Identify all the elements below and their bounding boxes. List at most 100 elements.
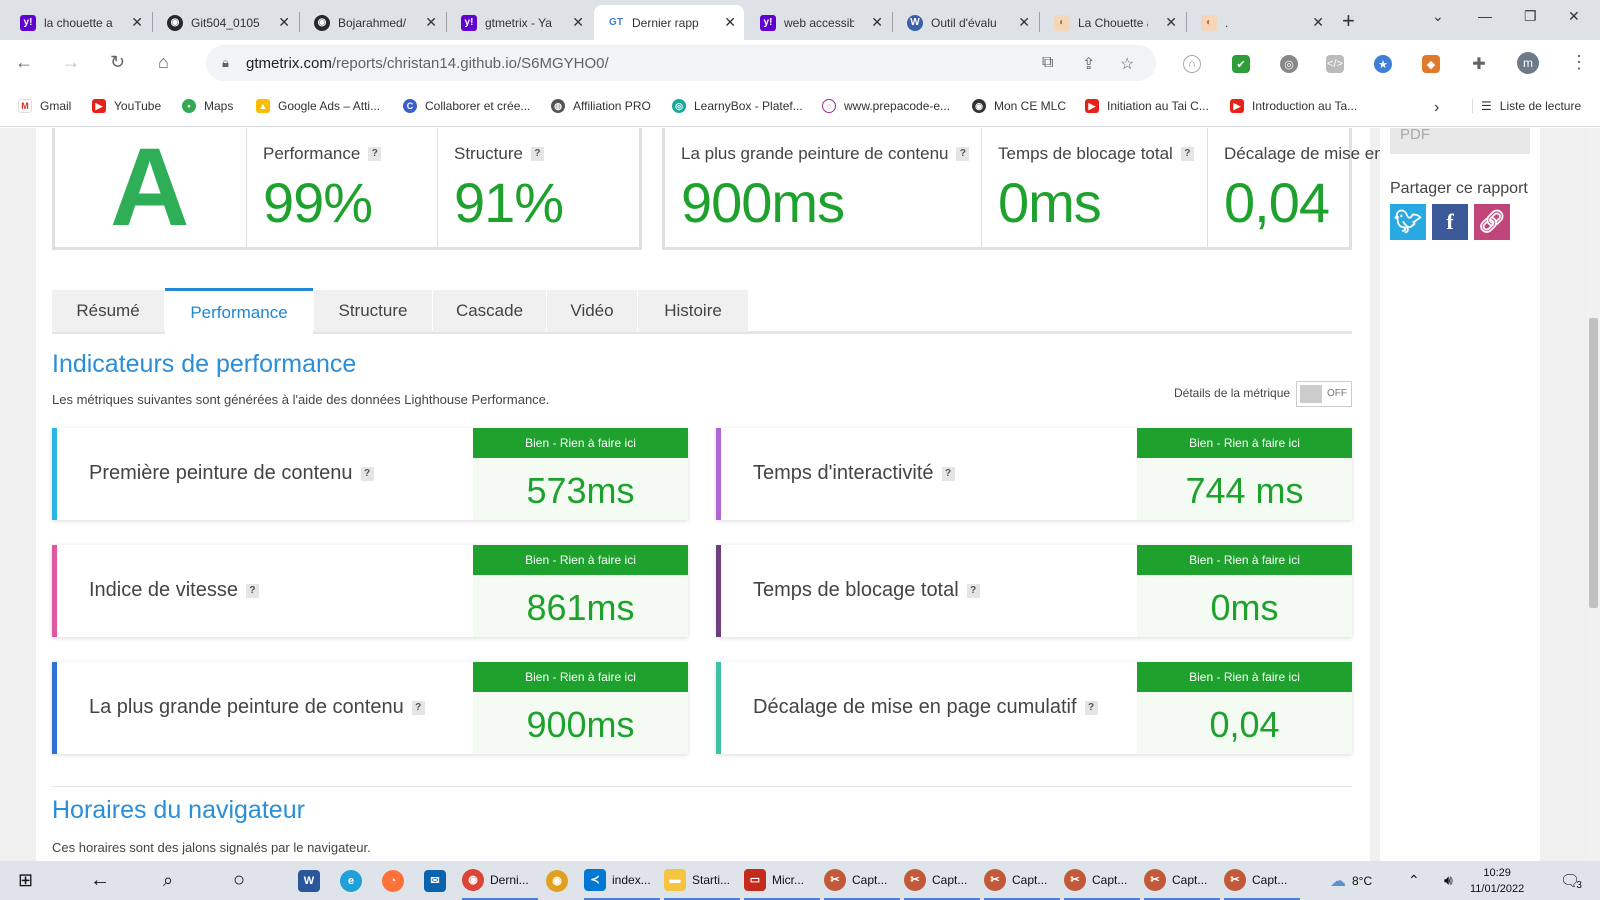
download-pdf-button[interactable]: PDF [1390, 128, 1530, 154]
bookmark-tai-chi-1[interactable]: ▶ Initiation au Tai C... [1085, 99, 1209, 113]
bookmark-learnybox[interactable]: ◎ LearnyBox - Platef... [672, 99, 803, 113]
address-bar[interactable]: 🔒︎ gtmetrix.com/reports/christan14.githu… [206, 45, 1156, 81]
extension-star-icon[interactable]: ★ [1374, 55, 1392, 73]
bookmark-mon-ce[interactable]: ◉ Mon CE MLC [972, 99, 1066, 113]
close-icon[interactable]: ✕ [1312, 14, 1324, 31]
browser-menu-icon[interactable]: ⋮ [1570, 52, 1588, 73]
close-icon[interactable]: ✕ [131, 14, 143, 31]
extension-lock-icon[interactable]: ◆ [1422, 55, 1440, 73]
taskbar-search-icon[interactable]: ⌕ [163, 861, 173, 900]
reading-list[interactable]: ☰ Liste de lecture [1472, 99, 1581, 113]
close-icon[interactable]: ✕ [1018, 14, 1030, 31]
taskbar-capture-window-6[interactable]: ✂ Capt... [1224, 861, 1300, 900]
taskbar-word-icon[interactable]: W [298, 861, 326, 900]
tab-search-chevron-icon[interactable]: ⌄ [1432, 8, 1444, 25]
extension-headphones-icon[interactable]: ∩ [1183, 55, 1201, 73]
taskbar-edge-icon[interactable]: e [340, 861, 368, 900]
taskbar-chrome-canary-icon[interactable]: ◉ [546, 861, 574, 900]
help-icon[interactable]: ? [411, 700, 425, 715]
tab-cascade[interactable]: Cascade [433, 290, 546, 332]
bookmark-youtube[interactable]: ▶ YouTube [92, 99, 161, 113]
close-icon[interactable]: ✕ [572, 14, 584, 31]
help-icon[interactable]: ? [956, 147, 970, 161]
close-icon[interactable]: ✕ [425, 14, 437, 31]
browser-tab-4[interactable]: y! gtmetrix - Ya ✕ [447, 5, 592, 40]
help-icon[interactable]: ? [360, 466, 374, 481]
browser-tab-3[interactable]: ◉ Bojarahmed/ ✕ [300, 5, 445, 40]
browser-tab-1[interactable]: y! la chouette a ✕ [6, 5, 151, 40]
browser-tab-9[interactable]: ◐ . ✕ [1187, 5, 1332, 40]
taskbar-capture-window-2[interactable]: ✂ Capt... [904, 861, 980, 900]
tab-video[interactable]: Vidéo [547, 290, 637, 332]
taskbar-vscode-window[interactable]: ≺ index... [584, 861, 660, 900]
share-icon[interactable]: ⇪ [1082, 54, 1095, 74]
twitter-share-icon[interactable]: 🐦︎ [1390, 204, 1426, 240]
minimize-icon[interactable]: — [1478, 8, 1492, 24]
bookmark-tai-chi-2[interactable]: ▶ Introduction au Ta... [1230, 99, 1357, 113]
bookmark-affiliation[interactable]: ◍ Affiliation PRO [551, 99, 651, 113]
browser-tab-8[interactable]: ◐ La Chouette a ✕ [1040, 5, 1185, 40]
taskbar-capture-window-1[interactable]: ✂ Capt... [824, 861, 900, 900]
tab-histoire[interactable]: Histoire [638, 290, 748, 332]
bookmark-collaborer[interactable]: C Collaborer et crée... [403, 99, 530, 113]
weather-widget[interactable]: ☁ 8°C [1330, 861, 1372, 900]
copy-link-icon[interactable]: 🔗︎ [1474, 204, 1510, 240]
bookmark-maps[interactable]: • Maps [182, 99, 233, 113]
windows-start-icon[interactable]: ⊞ [18, 861, 33, 900]
browser-tab-7[interactable]: W Outil d'évalu ✕ [893, 5, 1038, 40]
help-icon[interactable]: ? [966, 583, 980, 598]
taskbar-capture-window-3[interactable]: ✂ Capt... [984, 861, 1060, 900]
taskbar-back-arrow-icon[interactable]: ← [90, 861, 110, 900]
reload-icon[interactable]: ↻ [110, 52, 125, 73]
help-icon[interactable]: ? [245, 583, 259, 598]
volume-icon[interactable]: 🔊︎ [1444, 861, 1453, 900]
help-icon[interactable]: ? [368, 147, 382, 161]
taskbar-microsoft-window[interactable]: ▭ Micr... [744, 861, 820, 900]
home-icon[interactable]: ⌂ [158, 52, 169, 73]
taskbar-capture-window-4[interactable]: ✂ Capt... [1064, 861, 1140, 900]
scrollbar-thumb[interactable] [1589, 318, 1598, 608]
translate-icon[interactable]: ⧉ [1042, 54, 1053, 72]
taskbar-mail-icon[interactable]: ✉ [424, 861, 452, 900]
notification-center[interactable]: 🗨︎ 3 [1560, 861, 1582, 900]
help-icon[interactable]: ? [941, 466, 955, 481]
url-text[interactable]: gtmetrix.com/reports/christan14.github.i… [246, 55, 609, 72]
extension-code-icon[interactable]: </> [1326, 55, 1344, 73]
bookmark-prepacode[interactable]: ◌ www.prepacode-e... [822, 99, 950, 113]
taskbar-explorer-window[interactable]: ▬ Starti... [664, 861, 740, 900]
bookmark-gmail[interactable]: M Gmail [18, 99, 71, 113]
back-arrow-icon[interactable]: ← [15, 52, 33, 73]
page-scrollbar[interactable] [1587, 128, 1600, 861]
extension-check-icon[interactable]: ✔ [1232, 55, 1250, 73]
help-icon[interactable]: ? [1180, 147, 1194, 161]
metric-details-toggle[interactable]: OFF [1296, 381, 1352, 407]
bookmark-google-ads[interactable]: ▲ Google Ads – Atti... [256, 99, 380, 113]
browser-tab-6[interactable]: y! web accessib ✕ [746, 5, 891, 40]
browser-tab-5-active[interactable]: GT Dernier rapp ✕ [594, 5, 744, 40]
tray-chevron-up-icon[interactable]: ⌃ [1408, 861, 1420, 900]
tab-resume[interactable]: Résumé [52, 290, 164, 332]
new-tab-plus-icon[interactable]: + [1342, 8, 1355, 34]
taskbar-chrome-window[interactable]: ◉ Derni... [462, 861, 538, 900]
profile-avatar[interactable]: m [1517, 52, 1539, 74]
task-view-icon[interactable]: ○ [233, 861, 245, 900]
taskbar-capture-window-5[interactable]: ✂ Capt... [1144, 861, 1220, 900]
browser-tab-2[interactable]: ◉ Git504_0105 ✕ [153, 5, 298, 40]
help-icon[interactable]: ? [530, 147, 544, 161]
close-window-icon[interactable]: ✕ [1568, 8, 1580, 25]
restore-icon[interactable]: ❐ [1524, 8, 1537, 25]
tab-structure[interactable]: Structure [314, 290, 432, 332]
tab-performance[interactable]: Performance [165, 288, 313, 334]
close-icon[interactable]: ✕ [724, 14, 736, 31]
facebook-share-icon[interactable]: f [1432, 204, 1468, 240]
extensions-puzzle-icon[interactable]: ✚ [1470, 55, 1488, 73]
forward-arrow-icon[interactable]: → [62, 52, 80, 73]
help-icon[interactable]: ? [1084, 700, 1098, 715]
bookmarks-overflow-chevron-icon[interactable]: › [1434, 99, 1439, 117]
close-icon[interactable]: ✕ [1165, 14, 1177, 31]
taskbar-firefox-icon[interactable]: ◔ [382, 861, 410, 900]
close-icon[interactable]: ✕ [871, 14, 883, 31]
bookmark-star-icon[interactable]: ☆ [1120, 54, 1134, 74]
system-clock[interactable]: 10:29 11/01/2022 [1470, 865, 1524, 897]
extension-badge-icon[interactable]: ◎ [1280, 55, 1298, 73]
